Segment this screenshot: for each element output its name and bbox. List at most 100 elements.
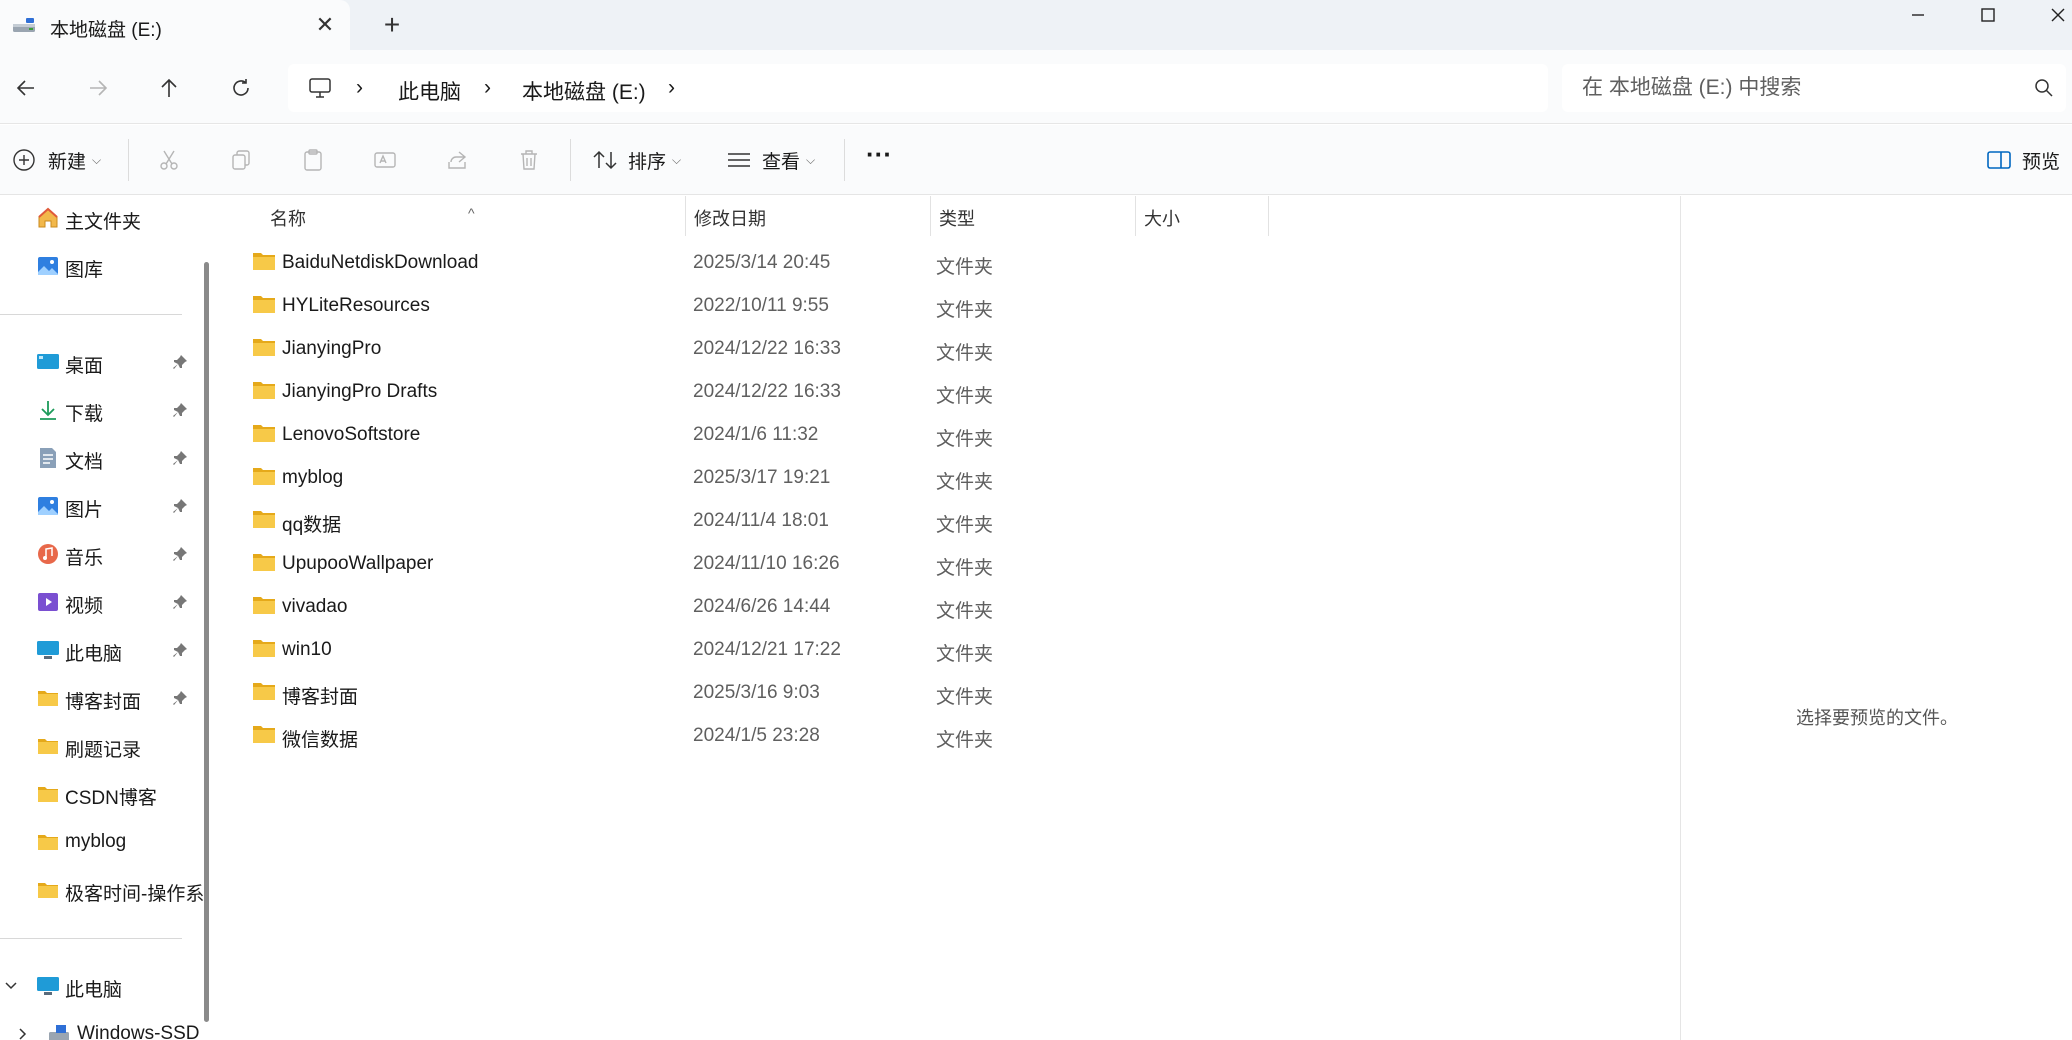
pin-icon[interactable] [172, 642, 188, 658]
sidebar-item-csdn-blog[interactable]: CSDN博客 [0, 774, 200, 814]
column-header-size[interactable]: 大小 [1136, 196, 1268, 236]
sidebar-item-music[interactable]: 音乐 [0, 534, 200, 574]
close-window-button[interactable] [2030, 0, 2072, 30]
pin-icon[interactable] [172, 690, 188, 706]
address-bar[interactable]: › 此电脑 › 本地磁盘 (E:) › [288, 64, 1548, 112]
sidebar-item-label: 此电脑 [65, 644, 123, 665]
column-size-label: 大小 [1144, 209, 1180, 229]
pin-icon[interactable] [172, 546, 188, 562]
more-options-button[interactable]: ··· [866, 139, 892, 169]
sidebar-scrollbar-thumb[interactable] [204, 262, 209, 1022]
sidebar-item-home[interactable]: 主文件夹 [0, 198, 200, 238]
sidebar-item-geek-time[interactable]: 极客时间-操作系 [0, 870, 204, 910]
tab-local-disk-e[interactable]: 本地磁盘 (E:) ✕ [0, 0, 350, 50]
sidebar-item-gallery[interactable]: 图库 [0, 246, 200, 286]
file-row[interactable]: LenovoSoftstore 2024/1/6 11:32 文件夹 [248, 414, 1448, 456]
file-row[interactable]: win10 2024/12/21 17:22 文件夹 [248, 629, 1448, 671]
breadcrumb-separator[interactable]: › [668, 76, 675, 100]
sidebar-item-blog-cover[interactable]: 博客封面 [0, 678, 200, 718]
sidebar-item-label: 下载 [65, 404, 104, 425]
rename-button[interactable] [368, 143, 402, 177]
sidebar-item-downloads[interactable]: 下载 [0, 390, 200, 430]
folder-icon [253, 640, 275, 657]
refresh-button[interactable] [225, 72, 257, 104]
breadcrumb-separator[interactable]: › [484, 76, 491, 100]
gallery-icon [38, 257, 58, 275]
file-row[interactable]: vivadao 2024/6/26 14:44 文件夹 [248, 586, 1448, 628]
sidebar-item-practice-records[interactable]: 刷题记录 [0, 726, 200, 766]
up-button[interactable] [153, 72, 185, 104]
file-row[interactable]: JianyingPro Drafts 2024/12/22 16:33 文件夹 [248, 371, 1448, 413]
file-row[interactable]: qq数据 2024/11/4 18:01 文件夹 [248, 500, 1448, 542]
sidebar-item-label: Windows-SSD [77, 1023, 200, 1040]
file-date: 2024/1/5 23:28 [693, 725, 820, 746]
folder-icon [38, 691, 58, 706]
sidebar-item-myblog[interactable]: myblog [0, 822, 200, 862]
column-divider[interactable] [1268, 196, 1269, 236]
file-row[interactable]: myblog 2025/3/17 19:21 文件夹 [248, 457, 1448, 499]
maximize-button[interactable] [1960, 0, 2016, 30]
preview-label: 预览 [2022, 151, 2061, 173]
sidebar-item-videos[interactable]: 视频 [0, 582, 200, 622]
view-button[interactable]: 查看 ⌵ [726, 145, 815, 175]
file-row[interactable]: 博客封面 2025/3/16 9:03 文件夹 [248, 672, 1448, 714]
paste-button[interactable] [296, 143, 330, 177]
pin-icon[interactable] [172, 402, 188, 418]
share-button[interactable] [440, 143, 474, 177]
file-row[interactable]: 微信数据 2024/1/5 23:28 文件夹 [248, 715, 1448, 757]
sidebar-item-this-pc[interactable]: 此电脑 [0, 630, 200, 670]
back-button[interactable] [10, 72, 42, 104]
tree-item-this-pc[interactable]: 此电脑 [0, 966, 200, 1006]
tab-close-button[interactable]: ✕ [312, 12, 338, 38]
file-row[interactable]: UpupooWallpaper 2024/11/10 16:26 文件夹 [248, 543, 1448, 585]
new-tab-button[interactable]: + [378, 11, 406, 40]
sidebar-item-desktop[interactable]: 桌面 [0, 342, 200, 382]
sidebar-item-pictures[interactable]: 图片 [0, 486, 200, 526]
forward-button[interactable] [82, 72, 114, 104]
download-icon [40, 401, 56, 420]
sidebar-item-documents[interactable]: 文档 [0, 438, 200, 478]
chevron-down-icon[interactable] [4, 979, 18, 993]
tree-item-windows-ssd[interactable]: Windows-SSD [12, 1014, 212, 1040]
file-date: 2024/12/22 16:33 [693, 338, 841, 359]
sidebar-item-label: 视频 [65, 596, 104, 617]
file-row[interactable]: HYLiteResources 2022/10/11 9:55 文件夹 [248, 285, 1448, 327]
pin-icon[interactable] [172, 594, 188, 610]
chevron-right-icon[interactable] [16, 1027, 30, 1040]
minimize-button[interactable] [1890, 0, 1946, 30]
new-button[interactable]: 新建 ⌵ [12, 145, 101, 175]
breadcrumb-local-disk-e[interactable]: 本地磁盘 (E:) [522, 76, 646, 106]
file-name: JianyingPro Drafts [282, 381, 438, 402]
search-box[interactable] [1562, 64, 2066, 112]
delete-button[interactable] [512, 143, 546, 177]
cut-button[interactable] [152, 143, 186, 177]
preview-pane-button[interactable]: 预览 [1986, 145, 2060, 175]
file-row[interactable]: BaiduNetdiskDownload 2025/3/14 20:45 文件夹 [248, 242, 1448, 284]
breadcrumb-separator[interactable]: › [356, 76, 363, 100]
folder-icon [253, 339, 275, 356]
folder-icon [253, 597, 275, 614]
scissors-icon [160, 150, 178, 170]
chevron-down-icon: ⌵ [806, 152, 816, 167]
pin-icon[interactable] [172, 450, 188, 466]
file-name: vivadao [282, 596, 348, 617]
file-date: 2025/3/16 9:03 [693, 682, 820, 703]
file-row[interactable]: JianyingPro 2024/12/22 16:33 文件夹 [248, 328, 1448, 370]
file-date: 2024/11/10 16:26 [693, 553, 840, 574]
file-name: win10 [282, 639, 332, 660]
search-input[interactable] [1582, 75, 2002, 101]
sort-button[interactable]: 排序 ⌵ [592, 145, 681, 175]
file-name: 微信数据 [282, 730, 359, 751]
copy-button[interactable] [224, 143, 258, 177]
videos-icon [38, 593, 58, 611]
column-header-type[interactable]: 类型 [931, 196, 1135, 236]
search-icon[interactable] [2034, 78, 2054, 98]
computer-icon[interactable] [308, 76, 332, 100]
column-date-label: 修改日期 [694, 209, 766, 229]
pin-icon[interactable] [172, 498, 188, 514]
column-header-name[interactable]: 名称 ^ [220, 196, 685, 236]
column-header-date[interactable]: 修改日期 [686, 196, 930, 236]
sidebar-item-label: 极客时间-操作系 [65, 884, 205, 905]
breadcrumb-this-pc[interactable]: 此电脑 [398, 76, 461, 106]
pin-icon[interactable] [172, 354, 188, 370]
